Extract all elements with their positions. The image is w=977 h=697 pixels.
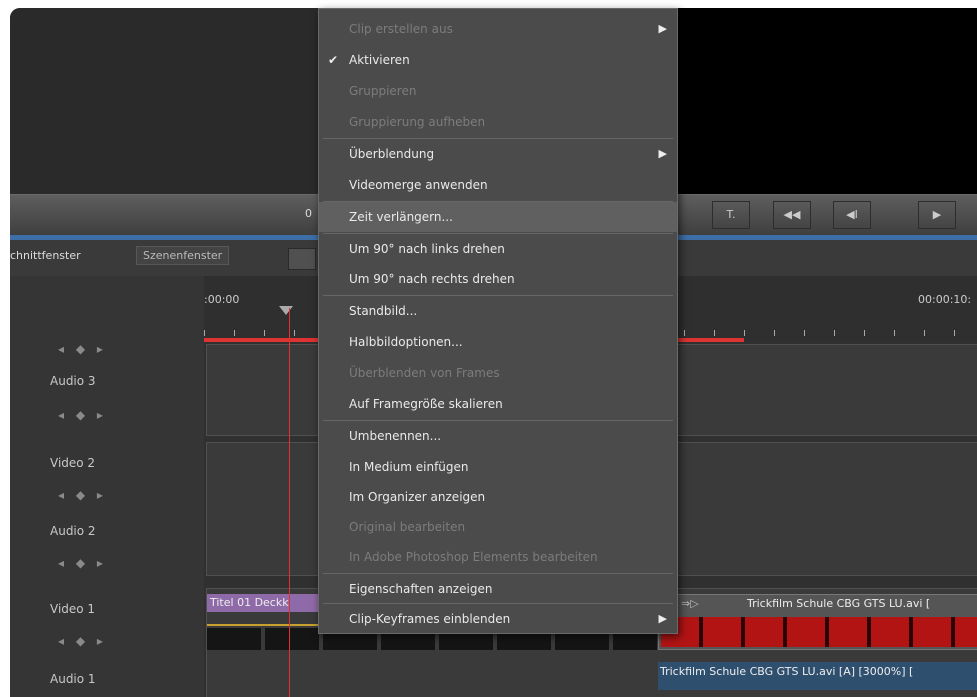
track-label-video2: Video 2 bbox=[50, 456, 96, 470]
tab-scenes[interactable]: Szenenfenster bbox=[136, 246, 230, 265]
transition-arrows-icon: ⇒▷ bbox=[681, 597, 699, 610]
menu-item-rotate-right[interactable]: Um 90° nach rechts drehen bbox=[319, 264, 677, 294]
ruler-start-time: :00:00 bbox=[204, 293, 240, 306]
track-label-video1: Video 1 bbox=[50, 602, 96, 616]
menu-item-create-clip[interactable]: Clip erstellen aus ▶ bbox=[319, 14, 677, 44]
timeline-marker-icon[interactable] bbox=[279, 306, 293, 315]
monitor-preview bbox=[674, 8, 977, 194]
menu-item-time-stretch[interactable]: Zeit verlängern... bbox=[319, 202, 677, 232]
tool-button[interactable] bbox=[288, 248, 316, 270]
menu-item-show-properties[interactable]: Eigenschaften anzeigen bbox=[319, 574, 677, 604]
clip-context-menu: Clip erstellen aus ▶ ✔ Aktivieren Gruppi… bbox=[318, 8, 678, 634]
tab-timeline[interactable]: chnittfenster bbox=[10, 249, 81, 262]
timecode: 0 bbox=[305, 207, 312, 220]
track-headers: ◂ ◆ ▸ Audio 3 ◂ ◆ ▸ Video 2 ◂ ◆ ▸ Audio … bbox=[10, 276, 204, 697]
step-back-button[interactable]: ◀I bbox=[833, 201, 871, 229]
menu-item-rotate-left[interactable]: Um 90° nach links drehen bbox=[319, 234, 677, 264]
track-label-audio1: Audio 1 bbox=[50, 672, 96, 686]
video-clip-label: Trickfilm Schule CBG GTS LU.avi [ bbox=[747, 597, 931, 610]
playhead-line[interactable] bbox=[289, 308, 290, 697]
menu-item-show-in-organizer[interactable]: Im Organizer anzeigen bbox=[319, 482, 677, 512]
submenu-arrow-icon: ▶ bbox=[658, 22, 667, 35]
audio3-keyframe-nav[interactable]: ◂ ◆ ▸ bbox=[58, 342, 107, 356]
submenu-arrow-icon: ▶ bbox=[658, 147, 667, 160]
menu-item-activate[interactable]: ✔ Aktivieren bbox=[319, 45, 677, 75]
ruler-end-time: 00:00:10: bbox=[918, 293, 972, 306]
menu-item-insert-in-media[interactable]: In Medium einfügen bbox=[319, 452, 677, 482]
track-label-audio3: Audio 3 bbox=[50, 374, 96, 388]
track-label-audio2: Audio 2 bbox=[50, 524, 96, 538]
audio2-keyframe-nav[interactable]: ◂ ◆ ▸ bbox=[58, 556, 107, 570]
menu-item-transition[interactable]: Überblendung ▶ bbox=[319, 139, 677, 169]
checkmark-icon: ✔ bbox=[328, 53, 339, 67]
audio-clip[interactable]: Trickfilm Schule CBG GTS LU.avi [A] [300… bbox=[658, 662, 977, 690]
play-button[interactable]: ▶ bbox=[918, 201, 956, 229]
menu-item-rename[interactable]: Umbenennen... bbox=[319, 421, 677, 451]
menu-item-ungroup[interactable]: Gruppierung aufheben bbox=[319, 107, 677, 137]
menu-item-group[interactable]: Gruppieren bbox=[319, 76, 677, 106]
trim-button[interactable]: T. bbox=[712, 201, 750, 229]
menu-item-field-options[interactable]: Halbbildoptionen... bbox=[319, 327, 677, 357]
menu-item-edit-original[interactable]: Original bearbeiten bbox=[319, 512, 677, 542]
rewind-button[interactable]: ◀◀ bbox=[773, 201, 811, 229]
video1-keyframe-nav[interactable]: ◂ ◆ ▸ bbox=[58, 634, 107, 648]
video2-keyframe-nav[interactable]: ◂ ◆ ▸ bbox=[58, 488, 107, 502]
menu-item-frame-blend[interactable]: Überblenden von Frames bbox=[319, 358, 677, 388]
menu-item-show-keyframes[interactable]: Clip-Keyframes einblenden ▶ bbox=[319, 604, 677, 634]
submenu-arrow-icon: ▶ bbox=[658, 612, 667, 625]
menu-item-edit-in-photoshop[interactable]: In Adobe Photoshop Elements bearbeiten bbox=[319, 542, 677, 572]
menu-item-freeze-frame[interactable]: Standbild... bbox=[319, 296, 677, 326]
audio3-keyframe-nav-2[interactable]: ◂ ◆ ▸ bbox=[58, 408, 107, 422]
menu-item-scale-to-frame[interactable]: Auf Framegröße skalieren bbox=[319, 389, 677, 419]
video-clip-frames bbox=[661, 617, 977, 647]
audio-clip-label: Trickfilm Schule CBG GTS LU.avi [A] [300… bbox=[660, 665, 914, 678]
menu-item-videomerge[interactable]: Videomerge anwenden bbox=[319, 170, 677, 200]
title-clip[interactable]: Titel 01 Deckk bbox=[207, 594, 320, 612]
video-clip[interactable]: ⇒▷ Trickfilm Schule CBG GTS LU.avi [ bbox=[658, 594, 977, 650]
